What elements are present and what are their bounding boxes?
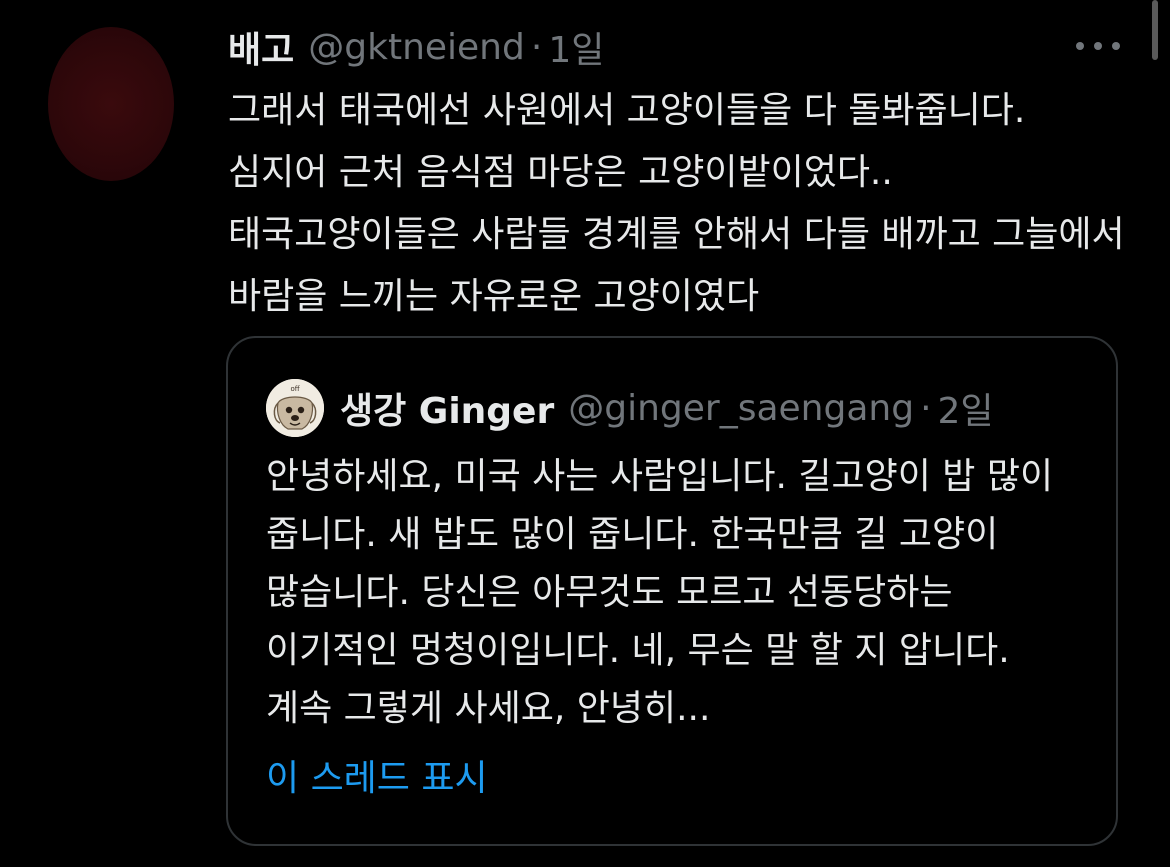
quoted-author-name[interactable]: 생강 Ginger [340, 382, 554, 434]
quoted-timestamp[interactable]: 2일 [938, 382, 994, 434]
avatar[interactable]: off [266, 379, 324, 437]
quoted-tweet-card[interactable]: off 생강 Ginger @ginger_saengang · 2일 안녕하세… [226, 336, 1118, 846]
author-handle[interactable]: @gktneiend [308, 27, 525, 68]
quoted-author-handle[interactable]: @ginger_saengang [568, 388, 914, 429]
more-horizontal-icon[interactable] [1076, 36, 1120, 56]
author-name[interactable]: 배고 [228, 21, 294, 73]
quoted-tweet-text: 안녕하세요, 미국 사는 사람입니다. 길고양이 밥 많이 줍니다. 새 밥도 … [266, 456, 1054, 729]
separator-dot: · [920, 387, 932, 429]
more-dot [1076, 42, 1084, 50]
tweet-text: 그래서 태국에선 사원에서 고양이들을 다 돌봐줍니다. 심지어 근처 음식점 … [228, 90, 1125, 317]
scrollbar[interactable] [1152, 0, 1158, 60]
dog-drawing-icon: off [266, 379, 324, 437]
more-dot [1094, 42, 1102, 50]
more-dot [1112, 42, 1120, 50]
separator-dot: · [530, 26, 543, 68]
svg-text:off: off [290, 385, 299, 393]
timestamp[interactable]: 1일 [548, 21, 604, 73]
tweet-header: 배고 @gktneiend · 1일 [228, 22, 604, 72]
show-thread-link[interactable]: 이 스레드 표시 [266, 750, 488, 808]
avatar[interactable] [48, 27, 174, 181]
quoted-tweet-header: off 생강 Ginger @ginger_saengang · 2일 [266, 378, 994, 438]
